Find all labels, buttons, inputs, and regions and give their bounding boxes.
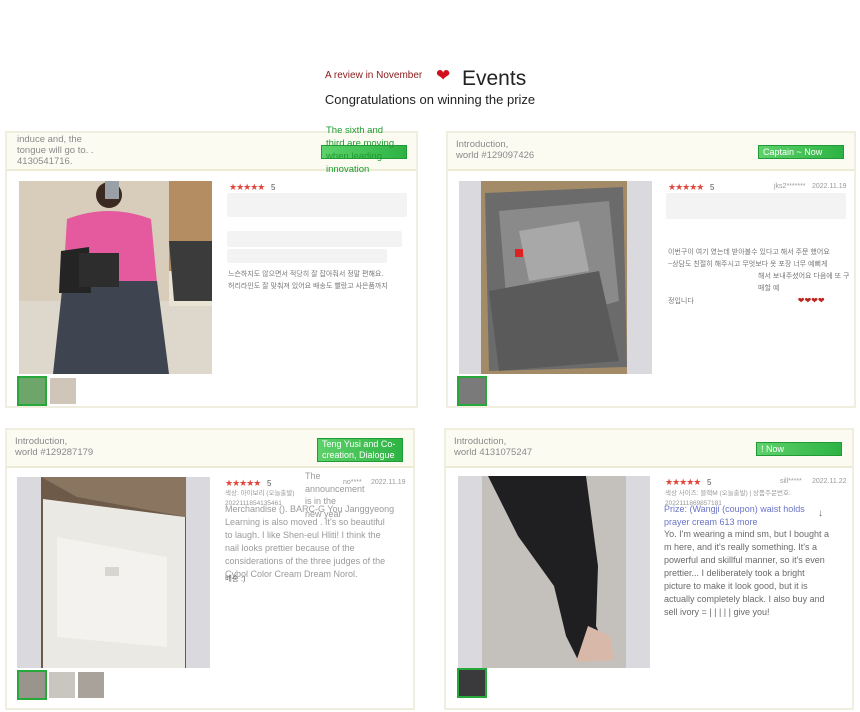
reviewer-id: jks2******* bbox=[774, 183, 806, 190]
rating-score: 5 bbox=[710, 183, 715, 192]
thumbnail-2[interactable] bbox=[49, 672, 75, 698]
review-korean: 이번구이 여기 였는데 받아볼수 있다고 해서 주문 했어요 ~상담도 친절히 … bbox=[668, 249, 850, 305]
thumbnail-1[interactable] bbox=[17, 376, 47, 406]
thumbnail-1[interactable] bbox=[457, 376, 487, 406]
review-korean: 느슨하지도 않으면서 적당히 잘 잡아줘서 정말 편해요. 허리라인도 잘 맞춰… bbox=[228, 271, 388, 290]
card-tag[interactable]: Captain ~ Now bbox=[758, 145, 844, 159]
photo-white-tissue-box bbox=[17, 477, 210, 668]
thumbnail-1[interactable] bbox=[17, 670, 47, 700]
review-photo[interactable] bbox=[459, 181, 652, 374]
event-sub-label: A review in November bbox=[325, 70, 423, 81]
review-card-4[interactable]: Introduction, world 4131075247 ! Now ★★★… bbox=[444, 428, 854, 710]
reviewer-id: sill***** bbox=[780, 478, 802, 485]
arrow-down-icon: ↓ bbox=[818, 508, 823, 519]
thumbnail-2[interactable] bbox=[50, 378, 76, 404]
thumbnail-3[interactable] bbox=[78, 672, 104, 698]
rating-stars: ★★★★★ bbox=[668, 182, 704, 192]
overlay-annotation: The sixth and third are moving when lead… bbox=[326, 125, 395, 175]
blurred-line bbox=[227, 249, 387, 263]
photo-woman-pink-sweater bbox=[19, 181, 212, 374]
review-date: 2022.11.19 bbox=[812, 183, 847, 190]
review-photo[interactable] bbox=[458, 476, 650, 668]
review-closing: 배송 :) bbox=[225, 574, 246, 583]
card-tag[interactable]: Teng Yusi and Co- creation, Dialogue bbox=[317, 438, 403, 462]
blurred-line bbox=[666, 193, 846, 219]
blurred-line bbox=[227, 193, 407, 217]
review-body: Yo. I'm wearing a mind sm, but I bought … bbox=[664, 529, 829, 617]
card-intro: Introduction, world 4131075247 bbox=[454, 436, 533, 458]
page-title: Events bbox=[462, 67, 527, 90]
review-photo[interactable] bbox=[19, 181, 212, 374]
review-photo[interactable] bbox=[17, 477, 210, 668]
heart-icon: ❤ bbox=[436, 66, 451, 85]
congrats-line: Congratulations on winning the prize bbox=[324, 92, 536, 107]
prize-text: Prize: (Wangji (coupon) waist holds pray… bbox=[664, 504, 805, 527]
review-date: 2022.11.22 bbox=[812, 478, 847, 485]
card-intro: Introduction, world #129287179 bbox=[15, 436, 94, 458]
rating-score: 5 bbox=[707, 478, 712, 487]
review-date: 2022.11.19 bbox=[371, 479, 406, 486]
card-intro: Introduction, world #129097426 bbox=[456, 139, 535, 161]
photo-package-gray-fabric bbox=[459, 181, 652, 374]
photo-black-leggings bbox=[458, 476, 650, 668]
hearts-icon: ❤❤❤❤ bbox=[797, 296, 825, 305]
card-intro: induce and, the tongue will go to. . 413… bbox=[17, 134, 94, 167]
card-tag[interactable]: ! Now bbox=[756, 442, 842, 456]
rating-stars: ★★★★★ bbox=[665, 477, 701, 487]
blurred-line bbox=[227, 231, 402, 247]
thumbnail-1[interactable] bbox=[457, 668, 487, 698]
rating-stars: ★★★★★ bbox=[229, 182, 265, 192]
rating-score: 5 bbox=[267, 479, 272, 488]
overlay-announcement: The announcement is in the new year bbox=[305, 471, 365, 519]
rating-score: 5 bbox=[271, 183, 276, 192]
rating-stars: ★★★★★ bbox=[225, 478, 261, 488]
review-card-2[interactable]: Introduction, world #129097426 Captain ~… bbox=[446, 131, 856, 408]
